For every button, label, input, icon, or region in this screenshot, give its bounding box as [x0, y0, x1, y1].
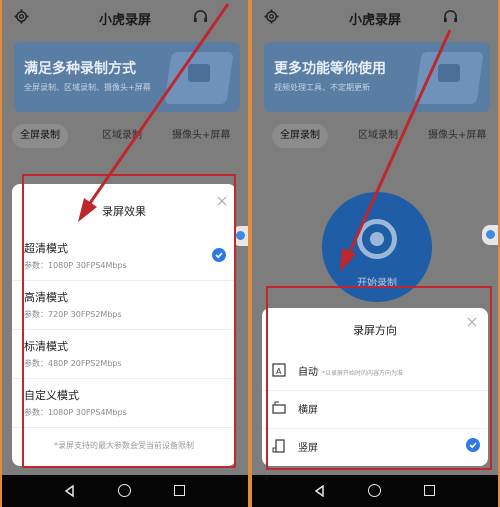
phone-screen-right: 小虎录屏 更多功能等你使用 视频处理工具、不定期更新 全屏录制 区域录制 摄像头…	[252, 0, 498, 507]
home-icon[interactable]	[118, 484, 131, 497]
recent-apps-icon[interactable]	[424, 485, 435, 496]
home-icon[interactable]	[368, 484, 381, 497]
recent-apps-icon[interactable]	[174, 485, 185, 496]
system-nav-bar	[252, 475, 498, 507]
annotation-arrow	[340, 29, 452, 272]
back-icon[interactable]	[314, 485, 326, 497]
system-nav-bar	[2, 475, 248, 507]
phone-screen-left: 小虎录屏 满足多种录制方式 全屏录制、区域录制、摄像头+屏幕 全屏录制 区域录制…	[2, 0, 248, 507]
annotation-arrow	[78, 3, 230, 222]
back-icon[interactable]	[64, 485, 76, 497]
